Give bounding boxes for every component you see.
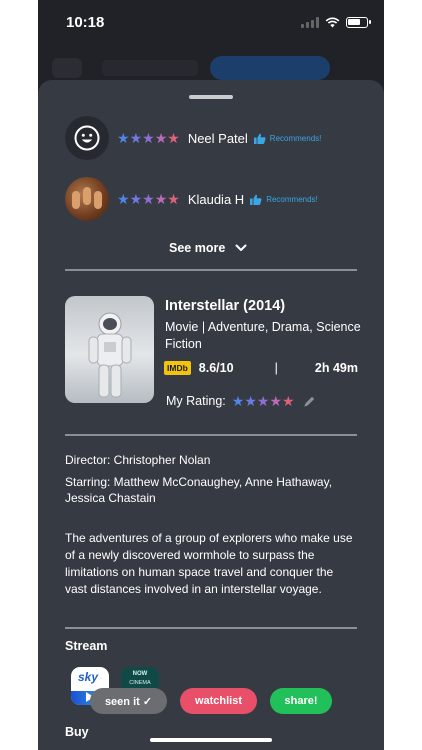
battery-icon xyxy=(346,16,371,28)
movie-genre: Movie | Adventure, Drama, Science Fictio… xyxy=(165,320,361,351)
synopsis: The adventures of a group of explorers w… xyxy=(65,531,353,596)
reviewer-stars: ★ ★ ★ ★ ★ xyxy=(117,192,180,206)
imdb-row: IMDb 8.6/10 | 2h 49m xyxy=(164,361,358,375)
thumbs-up-icon xyxy=(250,194,262,205)
runtime: 2h 49m xyxy=(314,361,358,375)
starring-text: Starring: Matthew McConaughey, Anne Hath… xyxy=(65,475,333,505)
photo-avatar xyxy=(65,177,109,221)
recommend-badge: Recommends! xyxy=(253,133,322,144)
now-logo-text: NOW xyxy=(132,671,148,677)
divider xyxy=(65,627,357,629)
movie-poster xyxy=(65,296,154,403)
star-icon: ★ xyxy=(117,191,130,207)
star-icon: ★ xyxy=(154,191,168,207)
star-icon: ★ xyxy=(142,130,155,146)
star-icon: ★ xyxy=(129,130,143,146)
watchlist-button[interactable]: watchlist xyxy=(180,688,257,714)
director-text: Director: Christopher Nolan xyxy=(65,453,211,467)
cinema-logo-text: CINEMA xyxy=(129,680,151,686)
my-rating[interactable]: My Rating: ★ ★ ★ ★ ★ xyxy=(166,394,316,408)
wifi-icon xyxy=(325,17,340,27)
see-more-button[interactable]: See more xyxy=(169,241,247,255)
sky-logo-text: sky xyxy=(78,670,99,684)
review-row[interactable]: ★ ★ ★ ★ ★ Neel Patel Recommends! xyxy=(65,116,365,160)
status-icons xyxy=(301,16,371,28)
smiley-avatar-icon xyxy=(65,116,109,160)
recommend-badge: Recommends! xyxy=(250,194,318,205)
separator: | xyxy=(274,361,278,375)
pencil-icon[interactable] xyxy=(303,395,316,408)
recommend-label: Recommends! xyxy=(269,133,322,143)
imdb-badge: IMDb xyxy=(164,361,191,375)
status-time: 10:18 xyxy=(66,13,105,31)
share-button[interactable]: share! xyxy=(270,688,332,714)
seen-it-button[interactable]: seen it ✓ xyxy=(90,688,167,714)
reviewer-name: Neel Patel xyxy=(187,130,248,146)
star-icon: ★ xyxy=(142,191,155,207)
my-rating-stars[interactable]: ★ ★ ★ ★ ★ xyxy=(232,394,295,408)
divider xyxy=(65,269,357,271)
credits: Director: Christopher Nolan Starring: Ma… xyxy=(65,452,355,512)
star-icon: ★ xyxy=(167,191,180,207)
star-icon: ★ xyxy=(154,130,168,146)
imdb-score: 8.6/10 xyxy=(198,361,234,375)
star-icon[interactable]: ★ xyxy=(232,394,245,408)
cellular-signal-icon xyxy=(301,16,319,28)
phone-screen: 10:18 ★ ★ ★ ★ ★ Neel Patel Recommends! ★… xyxy=(38,0,384,750)
star-icon: ★ xyxy=(129,191,143,207)
reviewer-stars: ★ ★ ★ ★ ★ xyxy=(117,131,180,145)
movie-title: Interstellar (2014) xyxy=(165,298,286,314)
background-header xyxy=(38,52,384,82)
see-more-label: See more xyxy=(169,241,226,255)
astronaut-image xyxy=(88,312,132,398)
status-bar: 10:18 xyxy=(38,0,384,44)
star-icon: ★ xyxy=(117,130,130,146)
chevron-down-icon xyxy=(235,244,247,251)
star-icon[interactable]: ★ xyxy=(244,394,257,408)
star-icon[interactable]: ★ xyxy=(257,394,270,408)
review-row[interactable]: ★ ★ ★ ★ ★ Klaudia H Recommends! xyxy=(65,177,365,221)
my-rating-label: My Rating: xyxy=(166,394,226,408)
divider xyxy=(65,434,357,436)
star-icon: ★ xyxy=(167,130,180,146)
star-icon[interactable]: ★ xyxy=(282,394,295,408)
buy-heading: Buy xyxy=(65,725,89,739)
sheet-grabber[interactable] xyxy=(189,95,233,99)
movie-detail-sheet: ★ ★ ★ ★ ★ Neel Patel Recommends! ★ ★ ★ ★… xyxy=(38,80,384,750)
star-icon[interactable]: ★ xyxy=(269,394,282,408)
thumbs-up-icon xyxy=(253,133,266,144)
recommend-label: Recommends! xyxy=(266,194,318,204)
home-indicator[interactable] xyxy=(150,738,272,742)
reviewer-name: Klaudia H xyxy=(187,191,245,207)
stream-heading: Stream xyxy=(65,639,108,653)
